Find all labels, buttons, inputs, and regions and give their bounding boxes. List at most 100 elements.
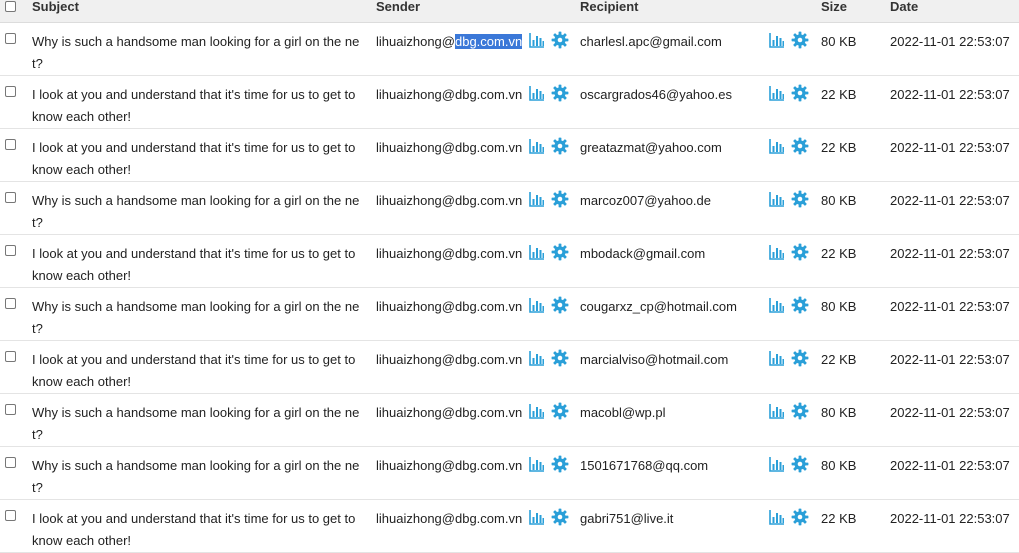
row-checkbox[interactable] — [5, 298, 16, 309]
recipient-cell: marcoz007@yahoo.de — [580, 193, 711, 208]
gear-icon[interactable] — [551, 402, 569, 420]
subject-cell[interactable]: Why is such a handsome man looking for a… — [32, 455, 364, 499]
sender-user: lihuaizhong@ — [376, 140, 455, 155]
bar-chart-icon[interactable] — [528, 84, 546, 102]
bar-chart-icon[interactable] — [528, 243, 546, 261]
date-cell: 2022-11-01 22:53:07 — [890, 140, 1010, 155]
bar-chart-icon[interactable] — [768, 296, 786, 314]
row-checkbox[interactable] — [5, 33, 16, 44]
gear-icon[interactable] — [551, 296, 569, 314]
recipient-cell: 1501671768@qq.com — [580, 458, 709, 473]
gear-icon[interactable] — [551, 31, 569, 49]
row-checkbox[interactable] — [5, 510, 16, 521]
row-checkbox[interactable] — [5, 457, 16, 468]
size-cell: 22 KB — [821, 352, 857, 367]
table-row[interactable]: Why is such a handsome man looking for a… — [0, 394, 1019, 447]
bar-chart-icon[interactable] — [768, 455, 786, 473]
subject-cell[interactable]: Why is such a handsome man looking for a… — [32, 402, 364, 446]
table-row[interactable]: Why is such a handsome man looking for a… — [0, 23, 1019, 76]
size-cell: 22 KB — [821, 87, 857, 102]
sender-cell: lihuaizhong@dbg.com.vn — [376, 508, 522, 530]
gear-icon[interactable] — [791, 349, 809, 367]
gear-icon[interactable] — [791, 296, 809, 314]
subject-cell[interactable]: Why is such a handsome man looking for a… — [32, 296, 364, 340]
gear-icon[interactable] — [791, 455, 809, 473]
sender-domain: dbg.com.vn — [454, 246, 523, 261]
sender-cell: lihuaizhong@dbg.com.vn — [376, 190, 522, 212]
sender-cell: lihuaizhong@dbg.com.vn — [376, 402, 522, 424]
gear-icon[interactable] — [551, 508, 569, 526]
row-checkbox[interactable] — [5, 245, 16, 256]
table-row[interactable]: I look at you and understand that it's t… — [0, 500, 1019, 553]
bar-chart-icon[interactable] — [528, 455, 546, 473]
table-row[interactable]: I look at you and understand that it's t… — [0, 235, 1019, 288]
date-cell: 2022-11-01 22:53:07 — [890, 246, 1010, 261]
bar-chart-icon[interactable] — [768, 508, 786, 526]
subject-cell[interactable]: I look at you and understand that it's t… — [32, 349, 364, 393]
gear-icon[interactable] — [791, 84, 809, 102]
bar-chart-icon[interactable] — [768, 349, 786, 367]
bar-chart-icon[interactable] — [768, 31, 786, 49]
sender-user: lihuaizhong@ — [376, 458, 455, 473]
gear-icon[interactable] — [551, 349, 569, 367]
gear-icon[interactable] — [791, 243, 809, 261]
bar-chart-icon[interactable] — [528, 190, 546, 208]
bar-chart-icon[interactable] — [528, 296, 546, 314]
bar-chart-icon[interactable] — [528, 349, 546, 367]
gear-icon[interactable] — [791, 31, 809, 49]
gear-icon[interactable] — [791, 190, 809, 208]
subject-cell[interactable]: I look at you and understand that it's t… — [32, 243, 364, 287]
gear-icon[interactable] — [551, 190, 569, 208]
subject-cell[interactable]: I look at you and understand that it's t… — [32, 84, 364, 128]
column-header-date[interactable]: Date — [890, 0, 918, 14]
row-checkbox[interactable] — [5, 192, 16, 203]
subject-cell[interactable]: I look at you and understand that it's t… — [32, 137, 364, 181]
column-header-subject[interactable]: Subject — [32, 0, 79, 14]
subject-cell[interactable]: I look at you and understand that it's t… — [32, 508, 364, 552]
size-cell: 80 KB — [821, 458, 857, 473]
gear-icon[interactable] — [791, 508, 809, 526]
sender-user: lihuaizhong@ — [376, 405, 455, 420]
bar-chart-icon[interactable] — [528, 508, 546, 526]
table-row[interactable]: I look at you and understand that it's t… — [0, 129, 1019, 182]
table-row[interactable]: Why is such a handsome man looking for a… — [0, 182, 1019, 235]
sender-domain: dbg.com.vn — [454, 34, 523, 49]
bar-chart-icon[interactable] — [768, 190, 786, 208]
subject-cell[interactable]: Why is such a handsome man looking for a… — [32, 190, 364, 234]
bar-chart-icon[interactable] — [528, 402, 546, 420]
sender-domain: dbg.com.vn — [454, 352, 523, 367]
subject-cell[interactable]: Why is such a handsome man looking for a… — [32, 31, 364, 75]
bar-chart-icon[interactable] — [768, 137, 786, 155]
row-checkbox[interactable] — [5, 404, 16, 415]
recipient-cell: mbodack@gmail.com — [580, 246, 706, 261]
sender-cell: lihuaizhong@dbg.com.vn — [376, 455, 522, 477]
table-row[interactable]: I look at you and understand that it's t… — [0, 76, 1019, 129]
sender-user: lihuaizhong@ — [376, 193, 455, 208]
row-checkbox[interactable] — [5, 86, 16, 97]
column-header-recipient[interactable]: Recipient — [580, 0, 639, 14]
gear-icon[interactable] — [791, 137, 809, 155]
gear-icon[interactable] — [551, 243, 569, 261]
table-body: Why is such a handsome man looking for a… — [0, 23, 1019, 553]
bar-chart-icon[interactable] — [768, 243, 786, 261]
row-checkbox[interactable] — [5, 139, 16, 150]
bar-chart-icon[interactable] — [528, 31, 546, 49]
gear-icon[interactable] — [791, 402, 809, 420]
sender-cell: lihuaizhong@dbg.com.vn — [376, 84, 522, 106]
gear-icon[interactable] — [551, 137, 569, 155]
select-all-checkbox[interactable] — [5, 1, 16, 12]
recipient-cell: marcialviso@hotmail.com — [580, 352, 729, 367]
gear-icon[interactable] — [551, 455, 569, 473]
bar-chart-icon[interactable] — [768, 402, 786, 420]
sender-cell: lihuaizhong@dbg.com.vn — [376, 243, 522, 265]
gear-icon[interactable] — [551, 84, 569, 102]
bar-chart-icon[interactable] — [768, 84, 786, 102]
column-header-sender[interactable]: Sender — [376, 0, 420, 14]
table-row[interactable]: Why is such a handsome man looking for a… — [0, 447, 1019, 500]
row-checkbox[interactable] — [5, 351, 16, 362]
bar-chart-icon[interactable] — [528, 137, 546, 155]
table-row[interactable]: I look at you and understand that it's t… — [0, 341, 1019, 394]
table-row[interactable]: Why is such a handsome man looking for a… — [0, 288, 1019, 341]
column-header-size[interactable]: Size — [821, 0, 847, 14]
sender-cell: lihuaizhong@dbg.com.vn — [376, 349, 522, 371]
